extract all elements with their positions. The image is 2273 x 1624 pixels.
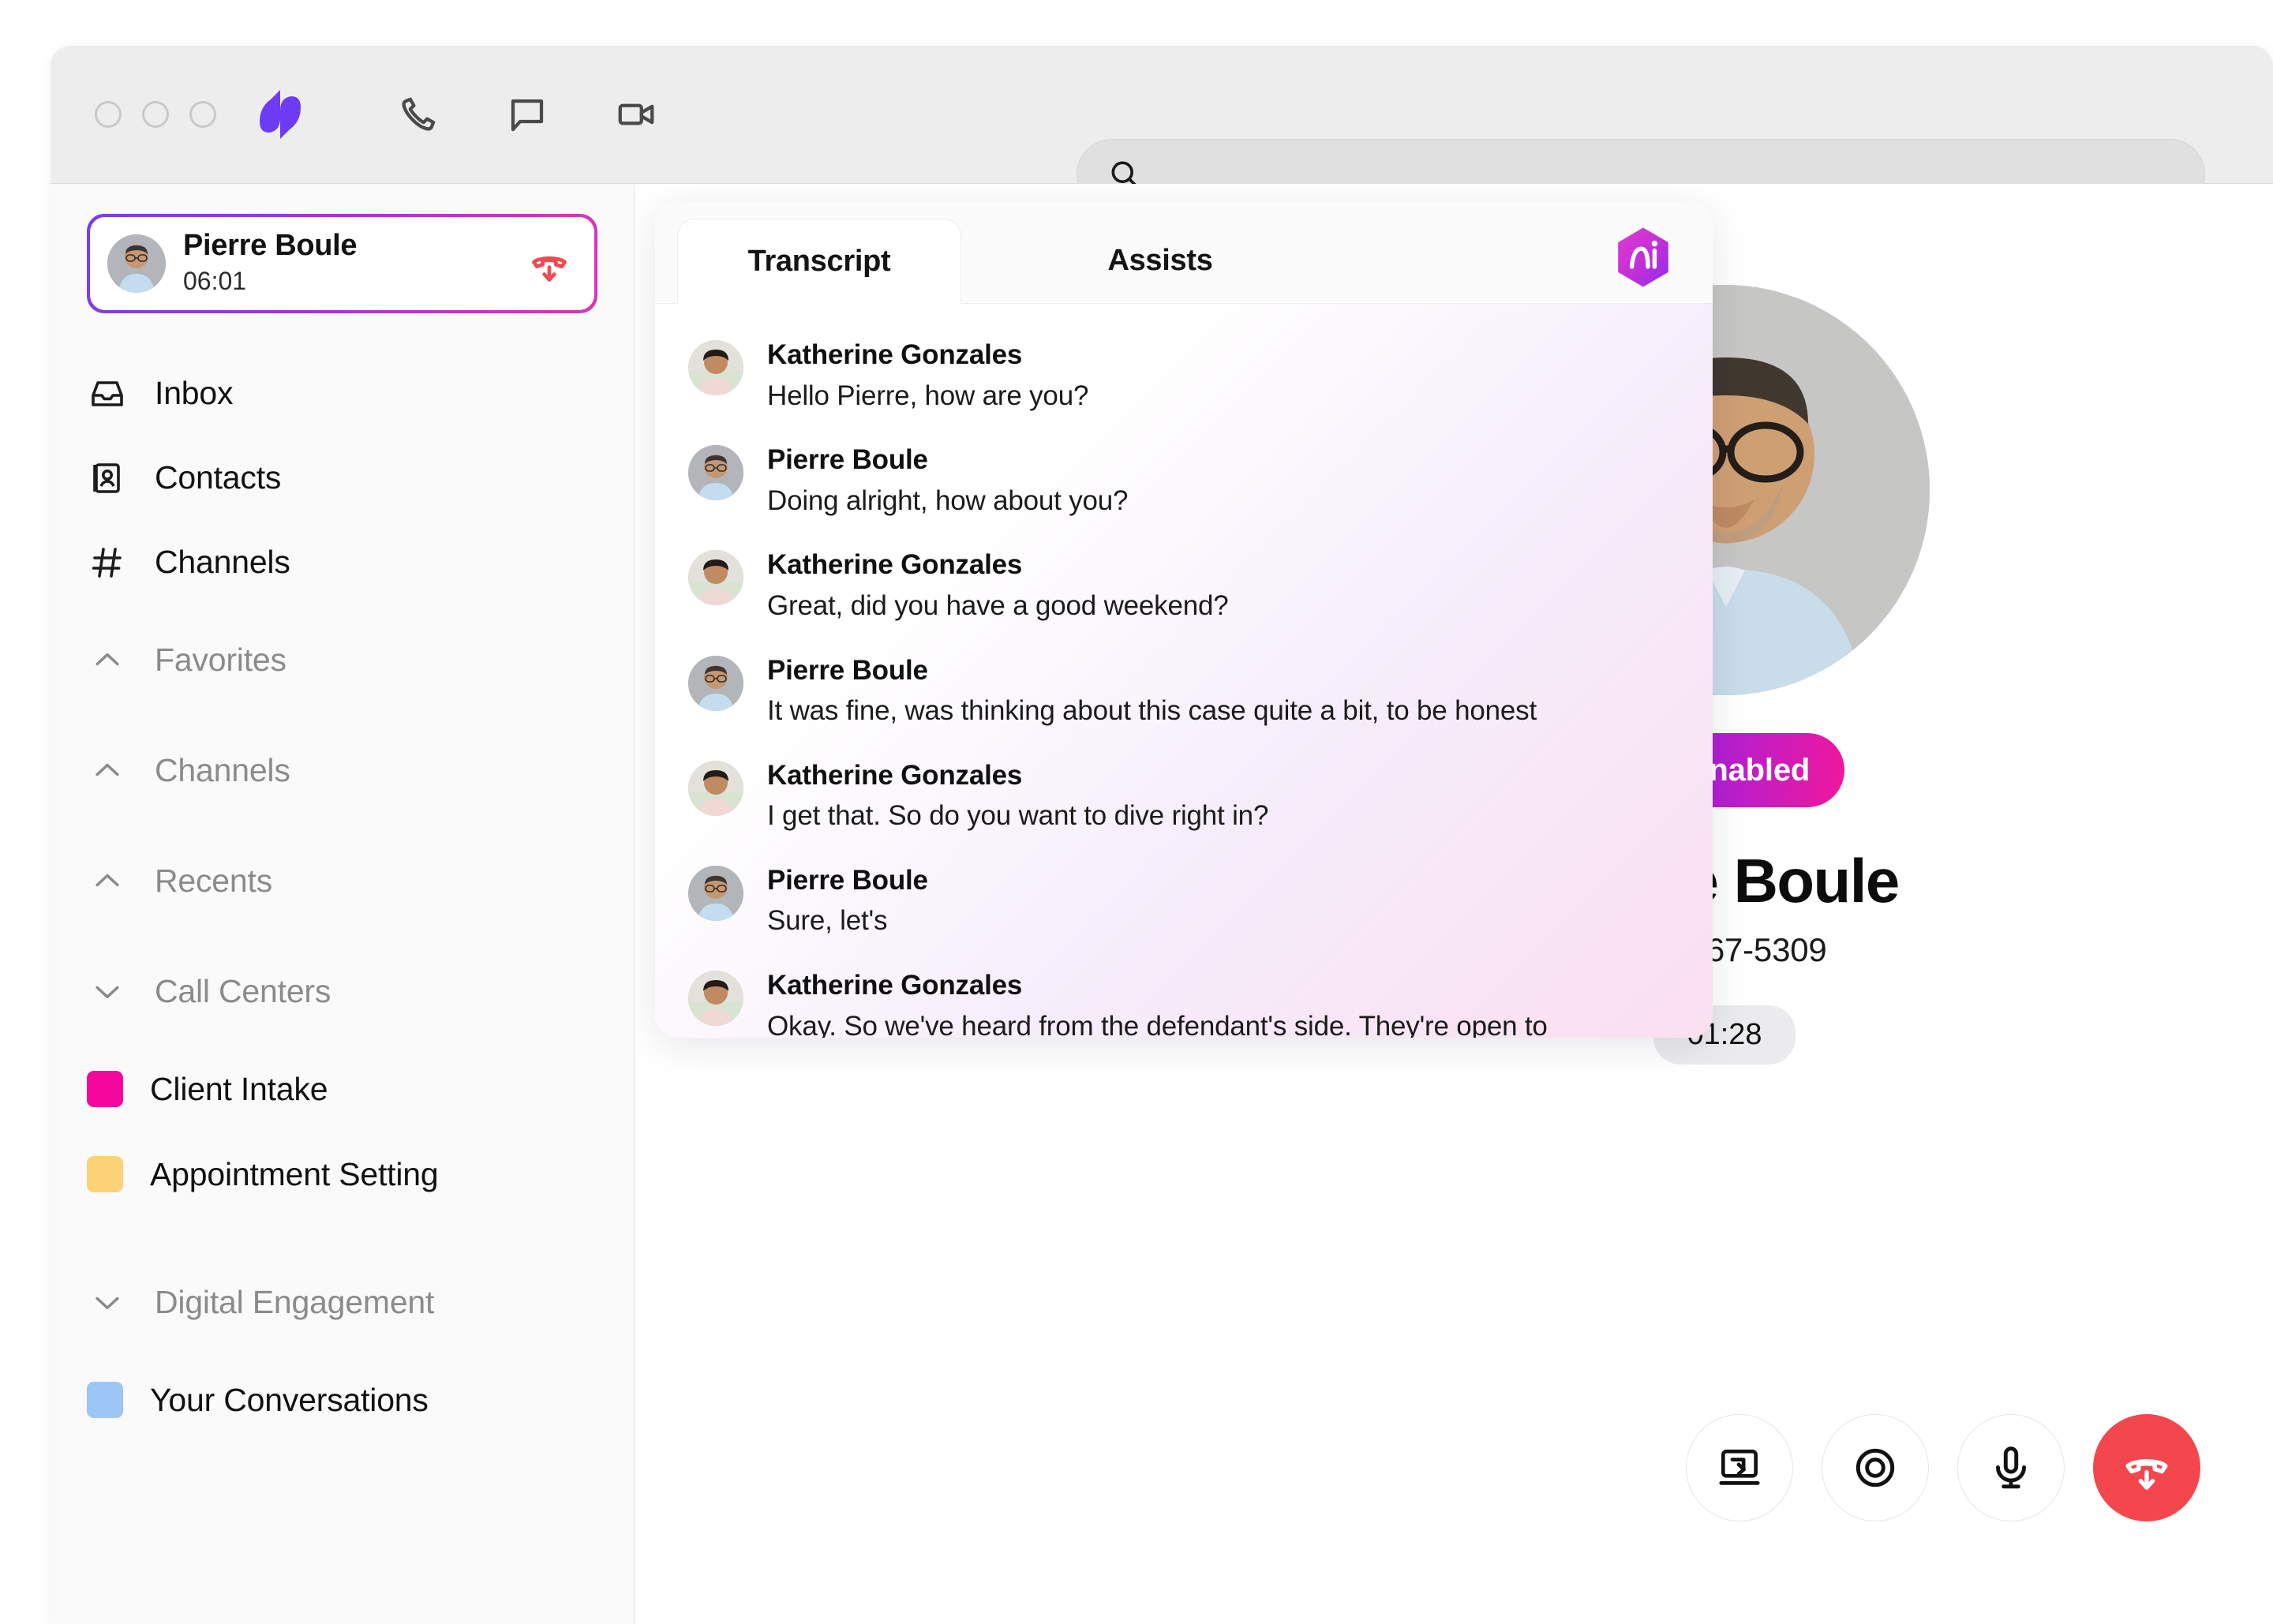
sidebar-section-call-centers[interactable]: Call Centers <box>51 936 634 1046</box>
message-text: It was fine, was thinking about this cas… <box>767 695 1537 727</box>
avatar <box>688 550 743 606</box>
message-speaker: Pierre Boule <box>767 654 928 686</box>
app-window: Pierre Boule 06:01 Inbox Contacts Channe… <box>51 46 2273 1624</box>
app-body: Pierre Boule 06:01 Inbox Contacts Channe… <box>51 184 2273 1624</box>
active-call-timer: 06:01 <box>183 267 247 296</box>
avatar <box>688 760 743 816</box>
message-text: Sure, let's <box>767 905 888 937</box>
titlebar-actions <box>395 91 660 138</box>
message-text: Doing alright, how about you? <box>767 485 1129 516</box>
avatar <box>688 865 743 921</box>
sidebar-item-your-conversations[interactable]: Your Conversations <box>51 1357 634 1443</box>
avatar <box>107 234 166 293</box>
call-controls <box>1686 1414 2200 1521</box>
dialpad-logo-icon[interactable] <box>253 87 308 142</box>
chat-button[interactable] <box>504 91 551 138</box>
transcript-messages[interactable]: Katherine Gonzales Hello Pierre, how are… <box>655 304 1713 1038</box>
sidebar-section-recents[interactable]: Recents <box>51 825 634 936</box>
chevron-up-icon <box>87 750 128 791</box>
tab-label: Transcript <box>747 244 891 278</box>
avatar <box>688 655 743 711</box>
sidebar-section-label: Call Centers <box>155 972 331 1009</box>
sidebar-section-digital-engagement[interactable]: Digital Engagement <box>51 1247 634 1357</box>
phone-button[interactable] <box>395 91 442 138</box>
window-minimize-button[interactable] <box>142 101 169 128</box>
sidebar-section-label: Recents <box>155 862 273 899</box>
chevron-down-icon <box>87 1282 128 1323</box>
sidebar-item-label: Appointment Setting <box>150 1155 439 1192</box>
message-text: Hello Pierre, how are you? <box>767 380 1089 411</box>
message-speaker: Katherine Gonzales <box>767 970 1023 1001</box>
sidebar-item-label: Client Intake <box>150 1070 328 1107</box>
end-call-button[interactable] <box>2093 1414 2200 1521</box>
sidebar-item-client-intake[interactable]: Client Intake <box>51 1046 634 1132</box>
window-maximize-button[interactable] <box>189 101 216 128</box>
tab-label: Assists <box>1107 243 1213 277</box>
window-close-button[interactable] <box>95 101 122 128</box>
sidebar-section-favorites[interactable]: Favorites <box>51 604 634 715</box>
sidebar-item-label: Your Conversations <box>150 1381 429 1418</box>
chevron-up-icon <box>87 639 128 680</box>
sidebar-item-channels[interactable]: Channels <box>51 520 634 604</box>
sidebar-item-contacts[interactable]: Contacts <box>51 436 634 520</box>
avatar <box>688 340 743 395</box>
transcript-panel: Transcript Assists Katherine Gonzales He… <box>655 201 1713 1038</box>
message-speaker: Katherine Gonzales <box>767 759 1023 791</box>
titlebar <box>51 46 2273 210</box>
message-text: Great, did you have a good weekend? <box>767 589 1229 621</box>
active-call-card[interactable]: Pierre Boule 06:01 <box>87 214 597 313</box>
record-button[interactable] <box>1822 1414 1929 1521</box>
transcript-message: Pierre Boule Doing alright, how about yo… <box>688 442 1668 520</box>
hash-icon <box>87 542 128 583</box>
inbox-icon <box>87 373 128 414</box>
sidebar-item-label: Channels <box>155 544 290 580</box>
hangup-icon[interactable] <box>525 239 574 288</box>
color-swatch <box>87 1382 123 1418</box>
message-speaker: Katherine Gonzales <box>767 339 1023 370</box>
call-stage: Enabled Pierre Boule 555-567-5309 01:28 <box>635 184 2273 1624</box>
color-swatch <box>87 1071 123 1107</box>
message-speaker: Pierre Boule <box>767 444 928 476</box>
transcript-message: Katherine Gonzales Hello Pierre, how are… <box>688 337 1668 415</box>
transcript-message: Katherine Gonzales I get that. So do you… <box>688 758 1668 836</box>
ai-hexagon-icon[interactable] <box>1615 226 1672 288</box>
transfer-button[interactable] <box>1686 1414 1793 1521</box>
sidebar-section-label: Channels <box>155 751 290 788</box>
sidebar-nav: Inbox Contacts Channels Favorites Channe… <box>51 351 634 1443</box>
sidebar-item-label: Inbox <box>155 375 234 411</box>
sidebar-item-appointment-setting[interactable]: Appointment Setting <box>51 1132 634 1217</box>
mute-button[interactable] <box>1957 1414 2065 1521</box>
window-controls <box>95 101 216 128</box>
transcript-message: Pierre Boule It was fine, was thinking a… <box>688 653 1668 731</box>
avatar <box>688 971 743 1027</box>
transcript-message: Katherine Gonzales Great, did you have a… <box>688 547 1668 625</box>
transcript-tabbar: Transcript Assists <box>655 201 1713 304</box>
color-swatch <box>87 1156 123 1192</box>
sidebar-section-label: Favorites <box>155 641 286 678</box>
chevron-down-icon <box>87 971 128 1012</box>
message-speaker: Pierre Boule <box>767 864 928 896</box>
sidebar-item-inbox[interactable]: Inbox <box>51 351 634 436</box>
transcript-message: Pierre Boule Sure, let's <box>688 863 1668 941</box>
sidebar-section-label: Digital Engagement <box>155 1283 435 1320</box>
message-speaker: Katherine Gonzales <box>767 549 1023 581</box>
transcript-message: Katherine Gonzales Okay. So we've heard … <box>688 967 1668 1038</box>
chevron-up-icon <box>87 860 128 901</box>
sidebar-item-label: Contacts <box>155 459 282 496</box>
tab-assists[interactable]: Assists <box>1026 218 1294 303</box>
active-call-name: Pierre Boule <box>183 229 358 263</box>
sidebar-section-channels[interactable]: Channels <box>51 715 634 825</box>
sidebar: Pierre Boule 06:01 Inbox Contacts Channe… <box>51 184 635 1624</box>
contacts-icon <box>87 458 128 499</box>
tab-transcript[interactable]: Transcript <box>677 219 961 304</box>
message-text: Okay. So we've heard from the defendant'… <box>767 1010 1548 1038</box>
message-text: I get that. So do you want to dive right… <box>767 800 1269 832</box>
video-button[interactable] <box>612 91 660 138</box>
avatar <box>688 445 743 501</box>
